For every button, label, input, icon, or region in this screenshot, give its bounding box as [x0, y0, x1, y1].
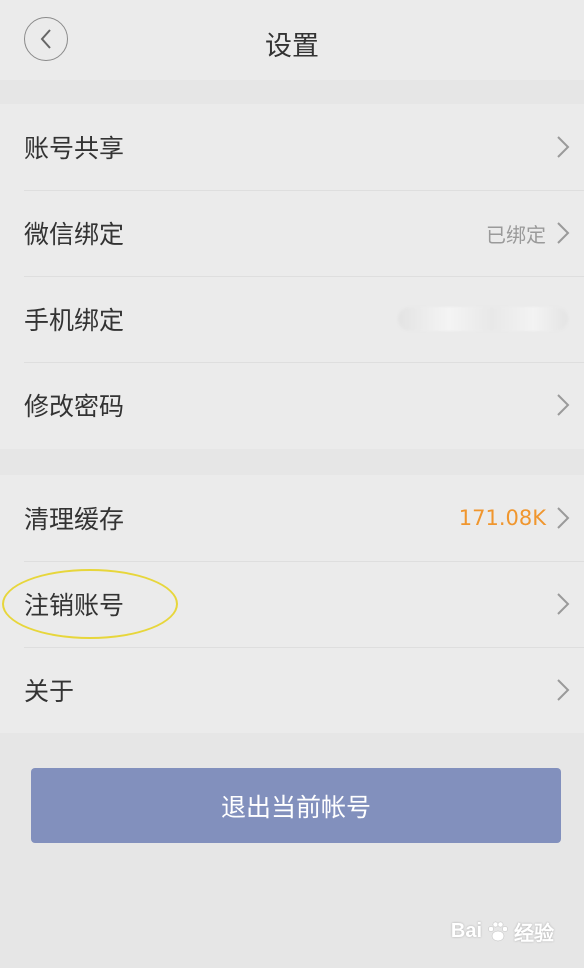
row-label: 关于 — [24, 677, 75, 706]
paw-icon — [488, 921, 508, 941]
row-right — [556, 104, 570, 190]
header: 设置 — [0, 0, 584, 80]
settings-group-account: 账号共享 微信绑定 已绑定 手机绑定 修改密码 — [0, 104, 584, 449]
row-wechat-binding[interactable]: 微信绑定 已绑定 — [0, 190, 584, 276]
chevron-right-icon — [557, 394, 570, 416]
row-account-sharing[interactable]: 账号共享 — [0, 104, 584, 190]
wechat-status: 已绑定 — [486, 222, 546, 247]
chevron-right-icon — [557, 507, 570, 529]
row-label: 清理缓存 — [24, 505, 125, 534]
row-clear-cache[interactable]: 清理缓存 171.08K — [0, 475, 584, 561]
row-right: 已绑定 — [486, 190, 570, 276]
chevron-right-icon — [557, 679, 570, 701]
row-right: 171.08K — [459, 475, 570, 561]
watermark-left: Bai — [450, 920, 482, 942]
chevron-right-icon — [557, 593, 570, 615]
settings-group-app: 清理缓存 171.08K 注销账号 关于 — [0, 475, 584, 733]
row-phone-binding[interactable]: 手机绑定 — [0, 276, 584, 362]
phone-number-redacted — [398, 307, 568, 331]
page-title: 设置 — [265, 31, 319, 62]
chevron-right-icon — [557, 136, 570, 158]
row-label: 微信绑定 — [24, 220, 125, 249]
logout-button[interactable]: 退出当前帐号 — [31, 768, 561, 843]
row-label: 修改密码 — [24, 392, 125, 421]
row-right — [556, 362, 570, 448]
row-about[interactable]: 关于 — [0, 647, 584, 733]
row-right — [556, 561, 570, 647]
row-cancel-account[interactable]: 注销账号 — [0, 561, 584, 647]
cache-size: 171.08K — [458, 506, 546, 530]
row-label: 账号共享 — [24, 134, 125, 163]
row-right — [398, 276, 570, 362]
chevron-right-icon — [557, 222, 570, 244]
row-label: 手机绑定 — [24, 306, 125, 335]
row-label: 注销账号 — [24, 591, 125, 620]
row-change-password[interactable]: 修改密码 — [0, 362, 584, 448]
watermark-right: 经验 — [514, 923, 554, 945]
watermark: Bai 经验 — [451, 917, 554, 946]
row-right — [556, 647, 570, 733]
